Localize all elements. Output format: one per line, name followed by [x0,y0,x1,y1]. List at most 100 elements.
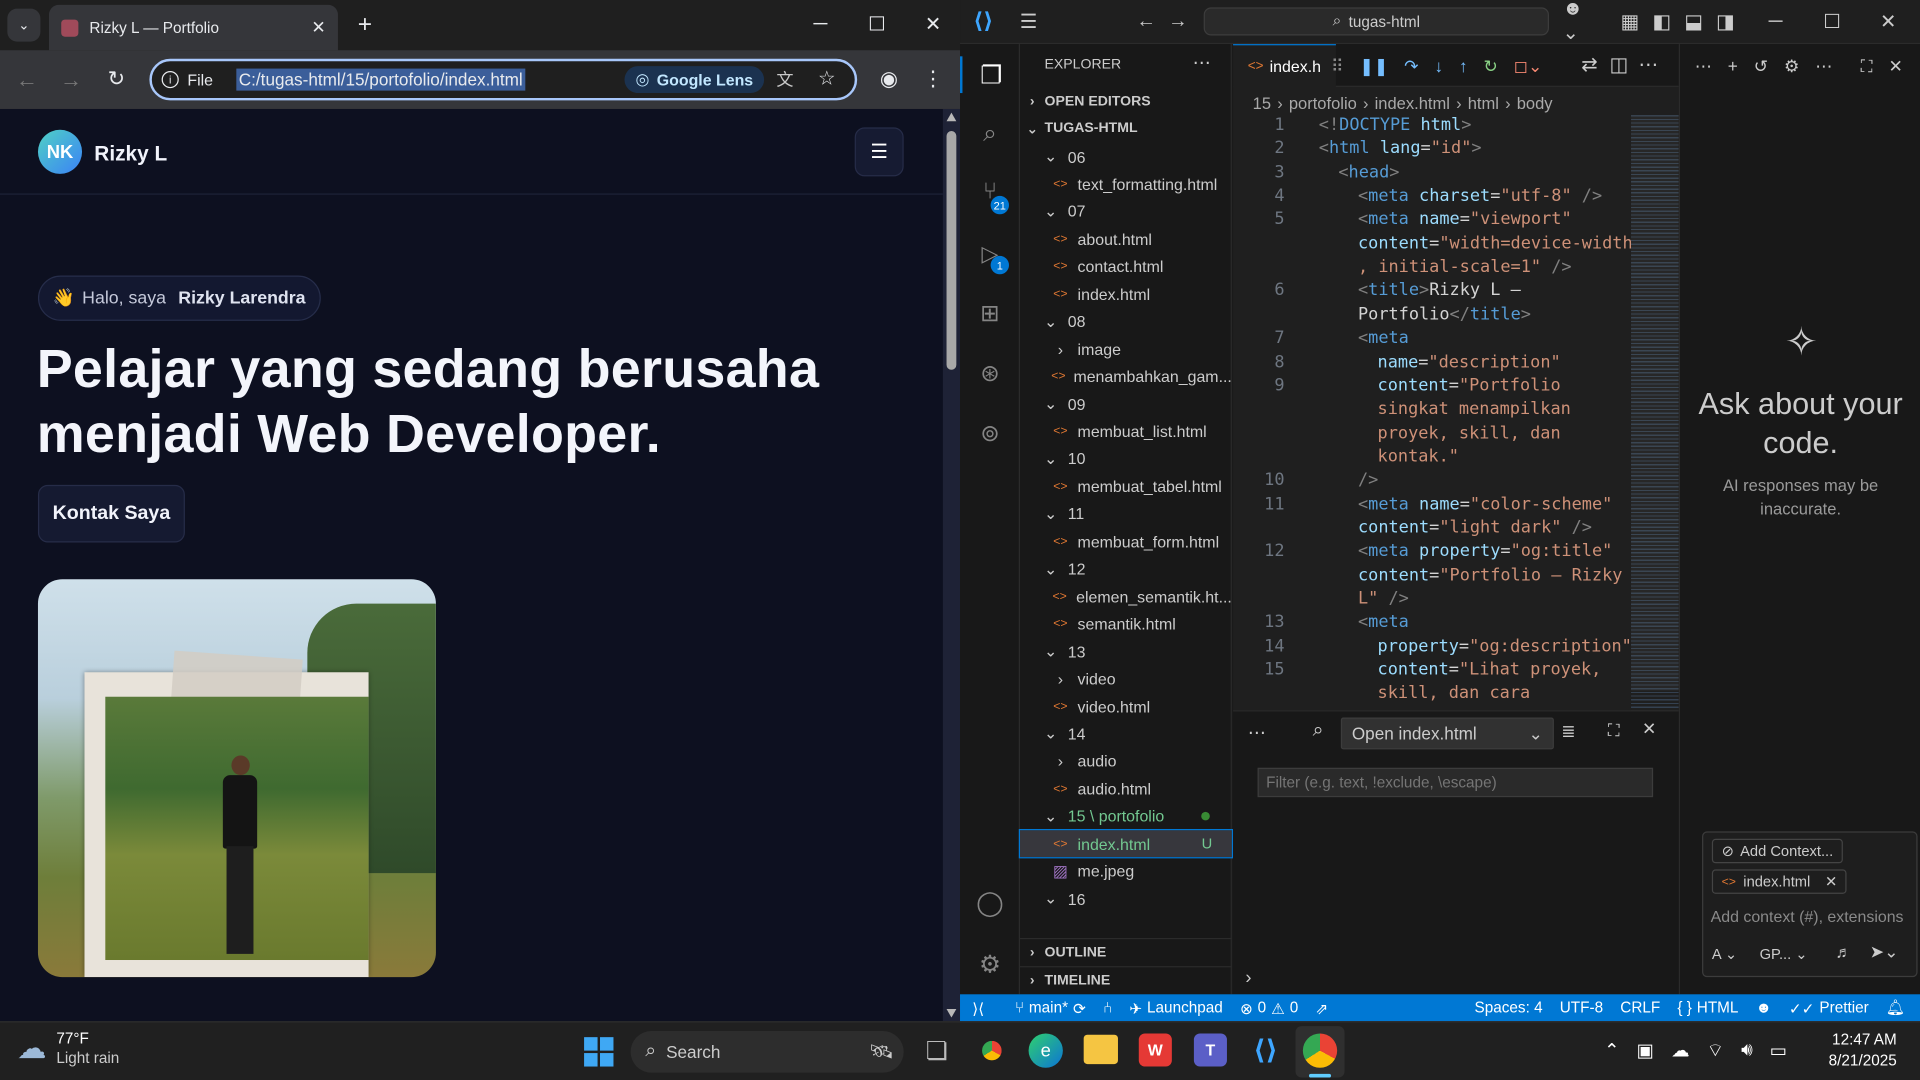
remote-explorer-icon[interactable]: ⊚ [960,415,1020,452]
tree-folder[interactable]: › image [1020,336,1232,363]
breadcrumb-item[interactable]: portofolio [1289,94,1357,112]
root-folder-section[interactable]: ⌄ TUGAS-HTML [1020,115,1232,142]
add-context-button[interactable]: ⊘ Add Context... [1711,838,1844,864]
wps-office-icon[interactable]: W [1138,1033,1172,1067]
microphone-icon[interactable]: ♬ [1836,943,1852,961]
code-line[interactable]: kontak." [1233,447,1631,470]
google-lens-button[interactable]: ◎ Google Lens [624,66,765,94]
browser-tab[interactable]: Rizky L — Portfolio ✕ [48,4,338,51]
code-line[interactable]: singkat menampilkan [1233,399,1631,422]
encoding-item[interactable]: UTF-8 [1560,999,1603,1016]
breadcrumb-item[interactable]: html [1468,94,1499,112]
tree-file[interactable]: <> index.html [1020,281,1232,308]
output-source-dropdown[interactable]: Open index.html ⌄ [1340,717,1554,750]
tray-app-icon[interactable]: ▣ [1637,1040,1654,1063]
outline-section[interactable]: › OUTLINE [1020,937,1232,965]
step-out-icon[interactable]: ↑ [1459,56,1468,76]
new-chat-icon[interactable]: + [1728,56,1738,76]
chat-settings-icon[interactable]: ⚙ [1784,56,1799,77]
tree-file[interactable]: <> about.html [1020,226,1232,253]
panel-more-icon[interactable]: ⋯ [1248,721,1266,743]
explorer-icon[interactable]: ❐ [960,56,1020,94]
info-icon[interactable]: i [161,71,179,89]
code-line[interactable]: 6 <title>Rizky L — [1233,281,1631,304]
code-line[interactable]: 10 /> [1233,471,1631,494]
minimap[interactable] [1631,115,1679,711]
notifications-bell-icon[interactable]: 🔔︎ [1886,999,1905,1017]
tree-file[interactable]: <> audio.html [1020,776,1232,803]
restart-icon[interactable]: ↻ [1483,56,1497,77]
tree-file[interactable]: <> contact.html [1020,253,1232,280]
code-line[interactable]: skill, dan cara [1233,684,1631,707]
tree-folder[interactable]: › video [1020,666,1232,693]
breadcrumb-item[interactable]: index.html [1375,94,1450,112]
breadcrumb-item[interactable]: 15 [1253,94,1271,112]
chrome-menu-icon[interactable]: ⋮ [921,65,945,94]
code-line[interactable]: 5 <meta name="viewport" [1233,210,1631,233]
breadcrumb-item[interactable]: body [1517,94,1553,112]
copilot-status-icon[interactable]: ☻ [1756,999,1772,1016]
close-window-button[interactable]: ✕ [918,10,947,39]
stop-icon[interactable]: ◻⌄ [1514,56,1543,77]
git-branch-item[interactable]: ⑂ main* ⟳ [1015,999,1086,1017]
open-changes-icon[interactable]: ⇄ [1578,54,1600,76]
git-graph-icon[interactable]: ⊛ [960,355,1020,392]
layout-customize-icon[interactable]: ▦ [1619,10,1641,34]
chat-model-picker[interactable]: GP... ⌄ [1760,945,1808,962]
tree-folder[interactable]: ⌄ 13 [1020,638,1232,665]
battery-icon[interactable]: ▭ [1770,1040,1787,1063]
minimize-button[interactable]: ─ [806,10,835,39]
tree-file[interactable]: <> semantik.html [1020,611,1232,638]
address-bar[interactable]: i File C:/tugas-html/15/portofolio/index… [149,58,858,101]
translate-icon[interactable]: 文 [776,67,793,91]
code-line[interactable]: 11 <meta name="color-scheme" [1233,494,1631,517]
code-line[interactable]: 12 <meta property="og:title" [1233,542,1631,565]
accounts-icon[interactable]: ◯ [960,884,1020,921]
code-line[interactable]: 3 <head> [1233,162,1631,185]
menu-hamburger-icon[interactable]: ☰ [1016,10,1040,34]
code-line[interactable]: L" /> [1233,589,1631,612]
chrome-active-taskbar-icon[interactable] [1302,1033,1338,1068]
command-center[interactable]: ⌕ tugas-html [1203,7,1549,36]
code-line[interactable]: Portfolio</title> [1233,305,1631,328]
code-area[interactable]: 1 <!DOCTYPE html> 2 <html lang="id"> 3 <head>… [1233,115,1631,710]
eol-item[interactable]: CRLF [1620,999,1660,1016]
vscode-minimize-button[interactable]: ─ [1763,10,1787,34]
edge-icon[interactable]: e [1028,1033,1063,1068]
start-button[interactable] [584,1037,614,1067]
launchpad-item[interactable]: ✈ Launchpad [1129,999,1223,1017]
remove-context-icon[interactable]: ✕ [1825,873,1837,890]
open-editors-section[interactable]: › OPEN EDITORS [1020,88,1232,115]
contact-me-button[interactable]: Kontak Saya [37,484,185,543]
onedrive-icon[interactable]: ☁ [1671,1040,1689,1063]
tree-folder[interactable]: ⌄ 10 [1020,446,1232,473]
step-into-icon[interactable]: ↓ [1434,56,1443,76]
explorer-more-icon[interactable]: ⋯ [1193,51,1211,74]
code-line[interactable]: proyek, skill, dan [1233,423,1631,446]
code-line[interactable]: 14 property="og:description" [1233,636,1631,659]
copilot-icon[interactable]: ☻⌄ [1562,0,1599,44]
bookmark-star-icon[interactable]: ☆ [818,66,836,90]
code-line[interactable]: content="width=device-width [1233,234,1631,257]
tree-folder[interactable]: ⌄ 06 [1020,143,1232,170]
pause-icon[interactable]: ❚❚ [1360,56,1389,77]
weather-widget[interactable]: ☁ 77°F Light rain [17,1029,119,1068]
file-explorer-icon[interactable] [1083,1034,1118,1065]
git-graph-status-icon[interactable]: ⑃ [1103,999,1112,1016]
prettier-item[interactable]: ✓✓ Prettier [1789,999,1869,1017]
maximize-button[interactable]: ☐ [862,10,891,39]
indentation-item[interactable]: Spaces: 4 [1475,999,1543,1016]
tree-file[interactable]: <> membuat_list.html [1020,418,1232,445]
code-line[interactable]: , initial-scale=1" /> [1233,257,1631,280]
tree-folder[interactable]: ⌄ 12 [1020,556,1232,583]
code-line[interactable]: 13 <meta [1233,613,1631,636]
history-icon[interactable]: ↺ [1754,56,1768,77]
vscode-taskbar-icon[interactable]: ⟨⟩ [1249,1033,1282,1066]
tray-overflow-chevron-icon[interactable]: ⌃ [1604,1040,1619,1063]
minimap-slider[interactable] [1631,115,1679,691]
new-tab-button[interactable]: + [350,10,379,39]
clear-output-icon[interactable]: ≣ [1561,721,1575,742]
remote-indicator-icon[interactable]: ⟩⟨ [972,999,984,1017]
send-icon[interactable]: ➤⌄ [1870,942,1899,963]
tree-file[interactable]: <> elemen_semantik.ht... [1020,583,1232,610]
